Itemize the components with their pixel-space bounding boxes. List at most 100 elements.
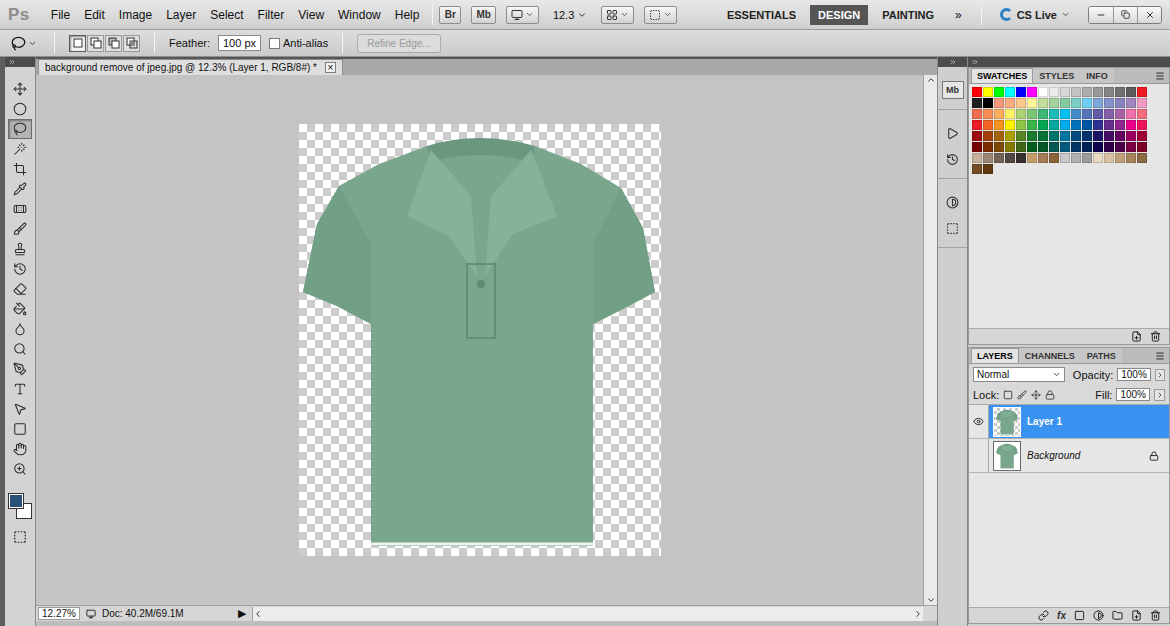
menu-item[interactable]: Image <box>112 6 159 24</box>
workspace-button[interactable]: DESIGN <box>810 5 868 25</box>
swatch[interactable] <box>972 87 982 97</box>
swatch[interactable] <box>1049 87 1059 97</box>
swatch[interactable] <box>1093 131 1103 141</box>
swatch[interactable] <box>1016 109 1026 119</box>
swatch[interactable] <box>1104 131 1114 141</box>
swatch[interactable] <box>1027 98 1037 108</box>
swatch[interactable] <box>1060 98 1070 108</box>
layer-mask-icon[interactable] <box>1074 610 1085 621</box>
anti-alias-option[interactable]: Anti-alias <box>269 37 328 49</box>
swatch[interactable] <box>1104 142 1114 152</box>
document-tab[interactable]: background remove of jpeg.jpg @ 12.3% (L… <box>38 59 343 75</box>
tool-button[interactable] <box>8 419 32 439</box>
swatch[interactable] <box>1115 87 1125 97</box>
tool-button[interactable] <box>8 379 32 399</box>
layer-style-button[interactable]: fx <box>1057 610 1066 621</box>
menu-item[interactable]: File <box>44 6 77 24</box>
swatch[interactable] <box>1027 153 1037 163</box>
swatch[interactable] <box>1005 109 1015 119</box>
tool-button[interactable] <box>8 279 32 299</box>
swatch[interactable] <box>972 98 982 108</box>
masks-panel-button[interactable] <box>942 219 964 237</box>
tool-button[interactable] <box>8 199 32 219</box>
swatch[interactable] <box>994 131 1004 141</box>
zoom-dropdown[interactable]: 12.3 <box>549 9 591 21</box>
panel-menu-button[interactable] <box>1155 351 1169 361</box>
tool-button[interactable] <box>8 139 32 159</box>
swatch[interactable] <box>1126 98 1136 108</box>
swatch[interactable] <box>983 98 993 108</box>
swatch[interactable] <box>1126 109 1136 119</box>
swatch[interactable] <box>1038 142 1048 152</box>
swatch[interactable] <box>1126 87 1136 97</box>
swatch[interactable] <box>1104 109 1114 119</box>
swatch[interactable] <box>1027 131 1037 141</box>
swatch[interactable] <box>1027 87 1037 97</box>
workspace-button[interactable]: ESSENTIALS <box>719 5 804 25</box>
swatch[interactable] <box>1005 98 1015 108</box>
panel-tab[interactable]: LAYERS <box>971 348 1019 363</box>
tool-button[interactable] <box>8 219 32 239</box>
view-extras-button[interactable] <box>506 6 539 24</box>
fill-input[interactable]: 100% <box>1116 388 1150 401</box>
fill-slider-button[interactable] <box>1154 389 1165 401</box>
lock-transparency-icon[interactable] <box>1003 390 1013 400</box>
panel-tab[interactable]: SWATCHES <box>971 68 1033 83</box>
tool-button[interactable] <box>8 399 32 419</box>
swatch[interactable] <box>1016 153 1026 163</box>
swatch[interactable] <box>1093 87 1103 97</box>
swatch[interactable] <box>1071 87 1081 97</box>
swatch[interactable] <box>1082 109 1092 119</box>
tool-button[interactable] <box>8 239 32 259</box>
restore-button[interactable] <box>1113 7 1137 23</box>
tool-preset-picker[interactable] <box>8 35 40 52</box>
selection-mode-button[interactable] <box>87 35 104 52</box>
minimize-button[interactable] <box>1089 7 1113 23</box>
swatch[interactable] <box>983 164 993 174</box>
swatch[interactable] <box>1071 109 1081 119</box>
menu-item[interactable]: Select <box>203 6 250 24</box>
swatch[interactable] <box>994 120 1004 130</box>
tool-button[interactable] <box>8 179 32 199</box>
document-close-button[interactable]: × <box>325 62 336 73</box>
layer-name[interactable]: Background <box>1027 450 1149 461</box>
menu-item[interactable]: Filter <box>251 6 292 24</box>
swatch[interactable] <box>1060 131 1070 141</box>
swatch[interactable] <box>1016 87 1026 97</box>
swatch[interactable] <box>1049 120 1059 130</box>
selection-mode-button[interactable] <box>123 35 140 52</box>
swatch[interactable] <box>994 153 1004 163</box>
swatch[interactable] <box>1016 142 1026 152</box>
swatch[interactable] <box>972 120 982 130</box>
swatch[interactable] <box>983 109 993 119</box>
swatch[interactable] <box>1137 142 1147 152</box>
anti-alias-checkbox[interactable] <box>269 38 280 49</box>
swatch[interactable] <box>983 142 993 152</box>
blend-mode-select[interactable]: Normal <box>973 367 1065 382</box>
swatch[interactable] <box>983 153 993 163</box>
swatch[interactable] <box>972 142 982 152</box>
actions-panel-button[interactable] <box>942 124 964 142</box>
menu-item[interactable]: Layer <box>159 6 203 24</box>
menu-item[interactable]: Edit <box>77 6 112 24</box>
horizontal-scrollbar[interactable] <box>252 607 923 621</box>
swatch[interactable] <box>1093 120 1103 130</box>
opacity-input[interactable]: 100% <box>1117 368 1151 381</box>
tool-button[interactable] <box>8 119 32 139</box>
panel-menu-button[interactable] <box>1155 71 1169 81</box>
swatch[interactable] <box>1016 98 1026 108</box>
swatch[interactable] <box>1016 131 1026 141</box>
swatch[interactable] <box>1005 153 1015 163</box>
swatch[interactable] <box>1115 131 1125 141</box>
cs-live-button[interactable]: CS Live <box>994 8 1076 21</box>
adjustment-layer-icon[interactable] <box>1093 610 1104 621</box>
tool-button[interactable] <box>8 79 32 99</box>
swatch[interactable] <box>1071 142 1081 152</box>
swatch[interactable] <box>1104 153 1114 163</box>
swatch[interactable] <box>1082 142 1092 152</box>
swatch[interactable] <box>1082 131 1092 141</box>
tool-button[interactable] <box>8 459 32 479</box>
swatch[interactable] <box>983 120 993 130</box>
swatch[interactable] <box>1115 142 1125 152</box>
lock-position-icon[interactable] <box>1031 390 1041 400</box>
